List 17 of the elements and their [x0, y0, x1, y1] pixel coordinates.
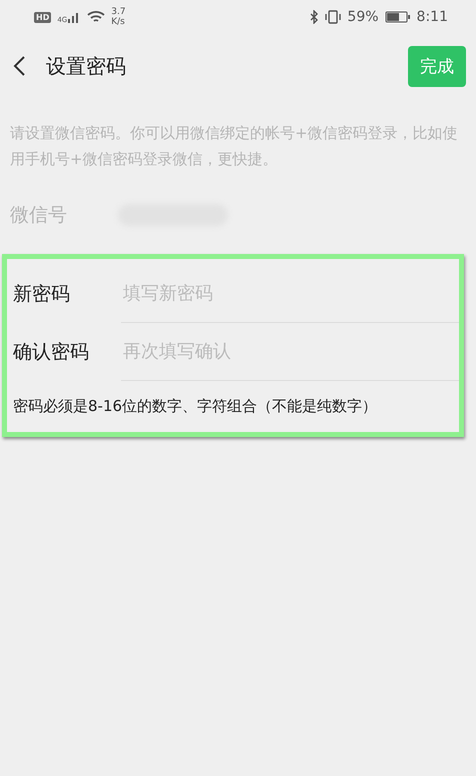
battery-icon [384, 11, 411, 23]
intro-text: 请设置微信密码。你可以用微信绑定的帐号+微信密码登录，比如使用手机号+微信密码登录微信，更快捷。 [10, 123, 459, 170]
hd-badge: HD [34, 12, 52, 22]
chevron-left-icon [12, 55, 26, 77]
field-label: 新密码 [13, 282, 71, 307]
clock-time: 8:11 [416, 9, 448, 25]
field-label: 确认密码 [13, 340, 90, 365]
password-hint: 密码必须是8-16位的数字、字符组合（不能是纯数字） [13, 397, 378, 416]
battery-percent: 59% [347, 9, 379, 25]
vibrate-icon [325, 10, 342, 24]
bluetooth-icon [309, 10, 320, 24]
wifi-icon [87, 10, 106, 24]
speed-value: 3.7 [111, 7, 126, 17]
speed-unit: K/s [111, 17, 126, 27]
page-title: 设置密码 [46, 52, 127, 80]
done-button[interactable]: 完成 [408, 46, 466, 86]
wechat-id-label: 微信号 [10, 203, 68, 228]
